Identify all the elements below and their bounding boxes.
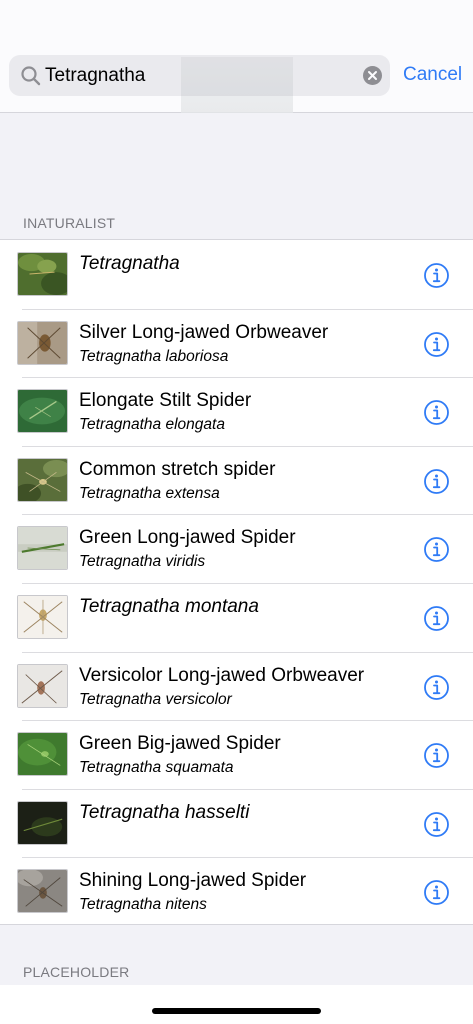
- taxon-common-name: Silver Long-jawed Orbweaver: [79, 321, 329, 343]
- list-item[interactable]: Elongate Stilt Spider Tetragnatha elonga…: [0, 377, 473, 446]
- search-header: Tetragnatha Cancel: [0, 0, 473, 113]
- list-item[interactable]: Shining Long-jawed Spider Tetragnatha ni…: [0, 857, 473, 926]
- list-item[interactable]: Tetragnatha montana: [0, 582, 473, 652]
- info-icon[interactable]: [423, 742, 450, 769]
- info-icon[interactable]: [423, 262, 450, 289]
- taxon-scientific-name: Tetragnatha viridis: [79, 553, 206, 571]
- taxon-scientific-name: Tetragnatha extensa: [79, 484, 220, 502]
- taxon-common-name: Tetragnatha: [79, 253, 180, 274]
- search-input[interactable]: Tetragnatha: [9, 55, 390, 96]
- info-icon[interactable]: [423, 879, 450, 906]
- taxon-thumbnail: [17, 594, 68, 639]
- taxon-thumbnail: [17, 457, 68, 502]
- taxon-common-name: Tetragnatha hasselti: [79, 801, 250, 823]
- taxon-common-name: Green Big-jawed Spider: [79, 733, 281, 755]
- taxon-thumbnail: [17, 252, 68, 296]
- info-icon[interactable]: [423, 468, 450, 495]
- search-icon: [21, 66, 41, 86]
- taxon-thumbnail: [17, 389, 68, 434]
- taxon-thumbnail: [17, 663, 68, 708]
- taxon-common-name: Common stretch spider: [79, 458, 276, 480]
- info-icon[interactable]: [423, 674, 450, 701]
- taxon-common-name: Versicolor Long-jawed Orbweaver: [79, 664, 365, 686]
- results-list: Tetragnatha Silver Long-jawed Orbweaver …: [0, 239, 473, 925]
- section-header-inaturalist: INATURALIST: [23, 215, 116, 231]
- info-icon[interactable]: [423, 811, 450, 838]
- list-item[interactable]: Common stretch spider Tetragnatha extens…: [0, 445, 473, 515]
- bottom-safe-area: [0, 985, 473, 1024]
- taxon-scientific-name: Tetragnatha versicolor: [79, 690, 232, 708]
- section-header-placeholder: PLACEHOLDER: [23, 964, 130, 980]
- info-icon[interactable]: [423, 399, 450, 426]
- taxon-scientific-name: Tetragnatha squamata: [79, 759, 234, 777]
- list-item[interactable]: Silver Long-jawed Orbweaver Tetragnatha …: [0, 308, 473, 378]
- taxon-scientific-name: Tetragnatha laboriosa: [79, 347, 229, 365]
- taxon-scientific-name: Tetragnatha elongata: [79, 416, 225, 434]
- list-item[interactable]: Versicolor Long-jawed Orbweaver Tetragna…: [0, 651, 473, 721]
- taxon-thumbnail: [17, 320, 68, 365]
- taxon-common-name: Shining Long-jawed Spider: [79, 870, 307, 892]
- list-item[interactable]: Tetragnatha: [0, 240, 473, 309]
- search-query-text[interactable]: Tetragnatha: [45, 64, 145, 87]
- search-results-screen: Tetragnatha Cancel INATURALIST Tetragnat…: [0, 0, 473, 1024]
- home-indicator[interactable]: [152, 1008, 321, 1014]
- list-item[interactable]: Green Big-jawed Spider Tetragnatha squam…: [0, 720, 473, 789]
- info-icon[interactable]: [423, 536, 450, 563]
- taxon-common-name: Tetragnatha montana: [79, 595, 259, 617]
- info-icon[interactable]: [423, 605, 450, 632]
- clear-icon[interactable]: [363, 66, 382, 85]
- info-icon[interactable]: [423, 331, 450, 358]
- taxon-common-name: Green Long-jawed Spider: [79, 527, 296, 549]
- taxon-scientific-name: Tetragnatha nitens: [79, 896, 207, 914]
- list-item[interactable]: Tetragnatha hasselti: [0, 788, 473, 858]
- taxon-thumbnail: [17, 869, 68, 914]
- list-item[interactable]: Green Long-jawed Spider Tetragnatha viri…: [0, 514, 473, 583]
- taxon-thumbnail: [17, 732, 68, 777]
- taxon-common-name: Elongate Stilt Spider: [79, 390, 252, 412]
- cancel-button[interactable]: Cancel: [403, 63, 462, 87]
- taxon-thumbnail: [17, 800, 68, 845]
- taxon-thumbnail: [17, 526, 68, 571]
